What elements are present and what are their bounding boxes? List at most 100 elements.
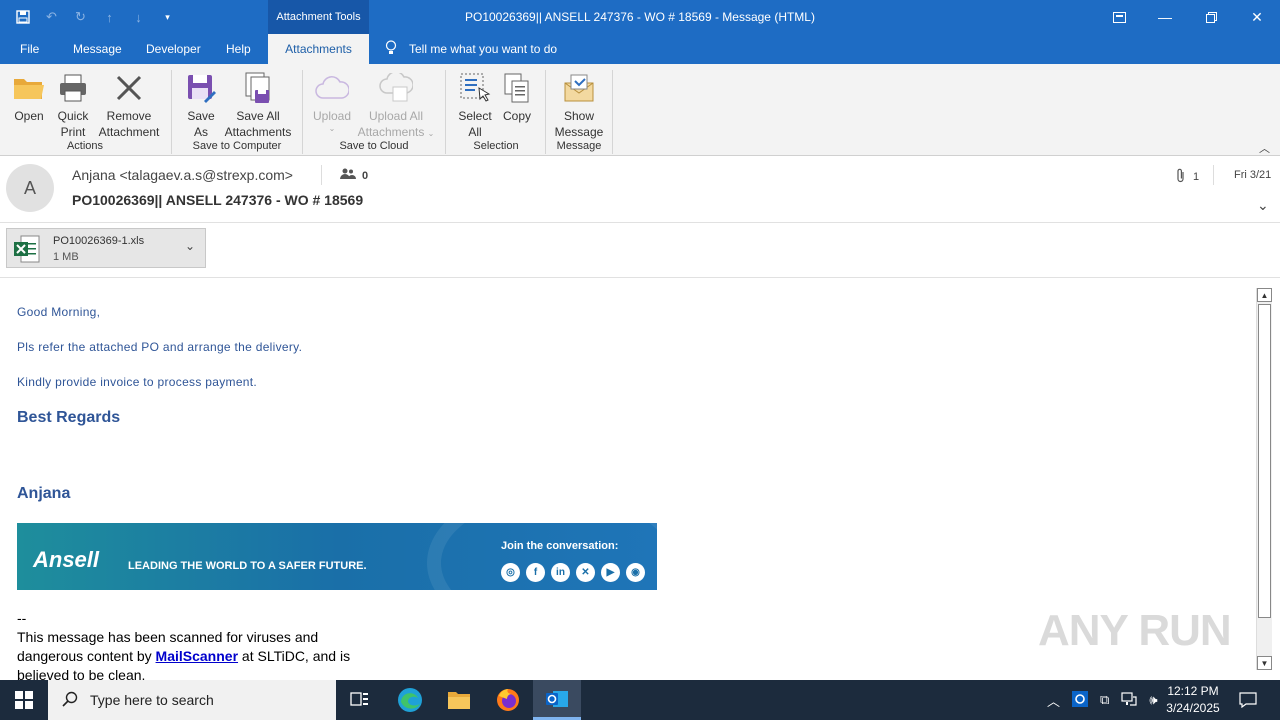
scroll-thumb[interactable] — [1258, 304, 1271, 618]
firefox-icon[interactable] — [484, 680, 532, 720]
quick-access-toolbar: ↶ ↻ ↑ ↓ ▾ — [10, 0, 180, 34]
notifications-icon[interactable] — [1236, 680, 1260, 720]
remove-x-icon — [111, 70, 147, 106]
folder-icon — [11, 70, 47, 106]
remove-attachment-button[interactable]: Remove Attachment — [96, 70, 162, 140]
instagram-icon[interactable]: ◉ — [626, 563, 645, 582]
upload-all-attachments-button[interactable]: Upload All Attachments ⌄ — [354, 70, 438, 142]
close-icon[interactable]: ✕ — [1234, 0, 1280, 34]
title-bar: ↶ ↻ ↑ ↓ ▾ Attachment Tools PO10026369|| … — [0, 0, 1280, 34]
outlook-tray-icon[interactable] — [1072, 690, 1089, 710]
vertical-scrollbar[interactable]: ▲ ▼ — [1256, 288, 1272, 670]
quick-print-button[interactable]: Quick Print — [54, 70, 92, 140]
show-message-button[interactable]: Show Message — [554, 70, 604, 140]
avatar[interactable]: A — [6, 164, 54, 212]
ansell-logo: Ansell — [33, 547, 100, 572]
outlook-icon[interactable] — [533, 680, 581, 720]
divider — [1213, 165, 1214, 185]
save-as-icon — [183, 70, 219, 106]
open-button[interactable]: Open — [10, 70, 48, 124]
tab-attachments[interactable]: Attachments — [268, 34, 369, 64]
search-placeholder: Type here to search — [90, 692, 214, 708]
body-line: Pls refer the attached PO and arrange th… — [17, 340, 303, 354]
tab-developer[interactable]: Developer — [146, 34, 201, 64]
tray-app-icon[interactable]: ⧉ — [1100, 692, 1109, 708]
ribbon-display-options-icon[interactable] — [1096, 0, 1142, 34]
linkedin-icon[interactable]: in — [551, 563, 570, 582]
printer-icon — [55, 70, 91, 106]
attachment-count: 1 — [1176, 168, 1199, 186]
banner-join: Join the conversation: — [501, 540, 619, 552]
upload-button[interactable]: Upload ⌄ — [310, 70, 354, 134]
copy-button[interactable]: Copy — [498, 70, 536, 124]
watermark: ANY RUN — [1038, 606, 1232, 655]
tab-file[interactable]: File — [20, 34, 39, 64]
network-icon[interactable] — [1121, 691, 1137, 709]
restore-icon[interactable] — [1188, 0, 1234, 34]
tab-message[interactable]: Message — [73, 34, 122, 64]
windows-start-icon[interactable] — [0, 680, 48, 720]
tell-me-search[interactable]: Tell me what you want to do — [385, 34, 557, 64]
greeting: Good Morning, — [17, 305, 101, 319]
task-view-icon[interactable] — [336, 680, 384, 720]
next-item-icon[interactable]: ↓ — [126, 2, 151, 32]
window-controls: — ✕ — [1096, 0, 1280, 34]
people-icon — [340, 168, 356, 183]
context-tab-attachment-tools: Attachment Tools — [268, 0, 369, 34]
message-header: A Anjana <talagaev.a.s@strexp.com> 0 PO1… — [0, 157, 1280, 223]
attachment-item[interactable]: PO10026369-1.xls 1 MB ⌄ — [6, 228, 206, 268]
ribbon-tabs: File Message Developer Help Attachments … — [0, 34, 1280, 64]
file-explorer-icon[interactable] — [435, 680, 483, 720]
x-icon[interactable]: ✕ — [576, 563, 595, 582]
separator-dashes: -- — [17, 610, 27, 626]
excel-file-icon — [13, 235, 41, 266]
chevron-down-icon: ⌄ — [427, 129, 435, 138]
taskbar: Type here to search ︿ ⧉ 🕪 12:12 PM 3/24/… — [0, 680, 1280, 720]
expand-header-icon[interactable]: ⌄ — [1257, 197, 1269, 214]
save-as-button[interactable]: Save As — [183, 70, 219, 140]
select-all-button[interactable]: Select All — [455, 70, 495, 140]
undo-icon[interactable]: ↶ — [39, 2, 64, 32]
envelope-icon — [561, 70, 597, 106]
search-icon — [62, 691, 78, 710]
message-subject: PO10026369|| ANSELL 247376 - WO # 18569 — [72, 192, 364, 208]
scroll-up-icon[interactable]: ▲ — [1257, 288, 1272, 302]
group-label-selection: Selection — [473, 140, 519, 152]
facebook-icon[interactable]: f — [526, 563, 545, 582]
group-label-save-to-computer: Save to Computer — [192, 140, 282, 152]
youtube-icon[interactable]: ▶ — [601, 563, 620, 582]
chevron-down-icon: ⌄ — [328, 124, 336, 133]
clock-time: 12:12 PM — [1167, 684, 1219, 698]
show-hidden-icons-icon[interactable]: ︿ — [1047, 691, 1060, 710]
minimize-icon[interactable]: — — [1142, 0, 1188, 34]
attachment-name: PO10026369-1.xls — [53, 235, 145, 247]
edge-icon[interactable] — [386, 680, 434, 720]
social-icons: ◎ f in ✕ ▶ ◉ — [501, 563, 645, 582]
collapse-ribbon-icon[interactable]: ︿ — [1259, 140, 1270, 156]
group-label-save-to-cloud: Save to Cloud — [339, 140, 409, 152]
attachment-dropdown-icon[interactable]: ⌄ — [185, 239, 195, 253]
save-all-attachments-button[interactable]: Save All Attachments — [222, 70, 294, 140]
group-label-message: Message — [556, 140, 602, 152]
volume-icon[interactable]: 🕪 — [1149, 692, 1157, 708]
save-icon[interactable] — [10, 2, 35, 32]
lightbulb-icon — [385, 40, 397, 58]
signature-banner: Ansell LEADING THE WORLD TO A SAFER FUTU… — [17, 523, 657, 590]
paperclip-icon — [1176, 168, 1185, 186]
taskbar-clock[interactable]: 12:12 PM 3/24/2025 — [1160, 683, 1226, 717]
attachment-size: 1 MB — [53, 251, 79, 263]
tell-me-label: Tell me what you want to do — [409, 42, 558, 56]
people-count[interactable]: 0 — [340, 168, 368, 183]
redo-icon[interactable]: ↻ — [68, 2, 93, 32]
scroll-down-icon[interactable]: ▼ — [1257, 656, 1272, 670]
globe-icon[interactable]: ◎ — [501, 563, 520, 582]
previous-item-icon[interactable]: ↑ — [97, 2, 122, 32]
taskbar-search[interactable]: Type here to search — [48, 680, 336, 720]
copy-icon — [499, 70, 535, 106]
tab-help[interactable]: Help — [226, 34, 251, 64]
customize-qat-icon[interactable]: ▾ — [155, 2, 180, 32]
sender[interactable]: Anjana <talagaev.a.s@strexp.com> — [72, 167, 293, 183]
signature-name: Anjana — [17, 485, 71, 502]
system-tray: ︿ ⧉ 🕪 — [1047, 680, 1158, 720]
mailscanner-link[interactable]: MailScanner — [156, 648, 238, 664]
